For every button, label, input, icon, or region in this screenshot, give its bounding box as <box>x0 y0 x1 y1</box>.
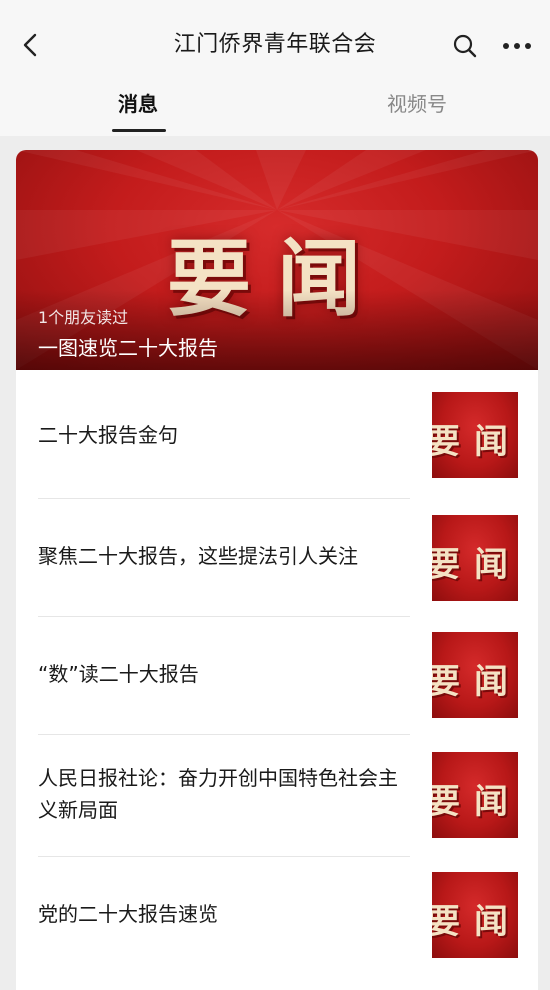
friends-read-label: 1个朋友读过 <box>38 308 129 327</box>
list-item[interactable]: “数”读二十大报告 要闻 <box>16 616 538 734</box>
article-card: 要闻 1个朋友读过 一图速览二十大报告 二十大报告金句 要闻 聚焦二十大报告，这… <box>16 150 538 990</box>
hero-article-title: 一图速览二十大报告 <box>38 336 218 360</box>
article-thumbnail: 要闻 <box>432 872 518 958</box>
search-icon <box>453 34 477 58</box>
article-thumbnail: 要闻 <box>432 632 518 718</box>
article-thumbnail: 要闻 <box>432 752 518 838</box>
active-tab-indicator <box>112 129 166 132</box>
article-thumbnail: 要闻 <box>432 515 518 601</box>
tab-bar: 消息 视频号 <box>0 80 550 136</box>
thumbnail-text: 要闻 <box>432 782 518 822</box>
thumbnail-text: 要闻 <box>432 662 518 702</box>
article-title: 党的二十大报告速览 <box>38 902 218 926</box>
article-thumbnail: 要闻 <box>432 392 518 478</box>
list-item[interactable]: 人民日报社论：奋力开创中国特色社会主义新局面 要闻 <box>16 734 538 856</box>
hero-article[interactable]: 要闻 1个朋友读过 一图速览二十大报告 <box>16 150 538 370</box>
thumbnail-text: 要闻 <box>432 545 518 585</box>
article-title: 二十大报告金句 <box>38 423 178 447</box>
top-bar: 江门侨界青年联合会 <box>0 0 550 80</box>
list-item[interactable]: 聚焦二十大报告，这些提法引人关注 要闻 <box>16 498 538 616</box>
article-title: 人民日报社论：奋力开创中国特色社会主义新局面 <box>38 766 398 822</box>
article-title: 聚焦二十大报告，这些提法引人关注 <box>38 544 358 568</box>
list-item[interactable]: 二十大报告金句 要闻 <box>16 370 538 488</box>
tab-messages[interactable]: 消息 <box>100 88 176 132</box>
search-button[interactable] <box>448 29 482 63</box>
tab-channels[interactable]: 视频号 <box>372 88 462 132</box>
more-button[interactable] <box>497 29 537 63</box>
article-title: “数”读二十大报告 <box>38 662 199 686</box>
thumbnail-text: 要闻 <box>432 902 518 942</box>
more-icon <box>503 43 531 49</box>
thumbnail-text: 要闻 <box>432 422 518 462</box>
list-item[interactable]: 党的二十大报告速览 要闻 <box>16 856 538 974</box>
